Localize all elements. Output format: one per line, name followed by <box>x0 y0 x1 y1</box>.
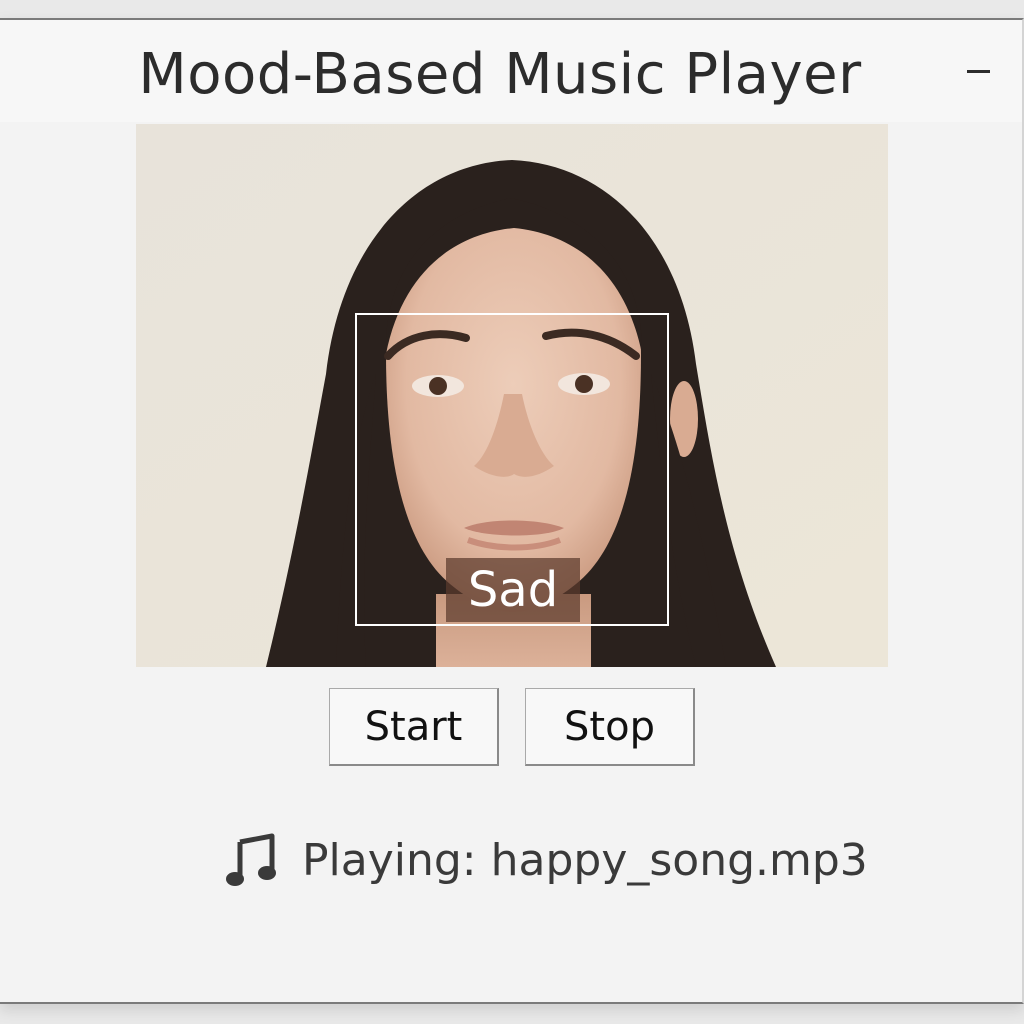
window-title: Mood-Based Music Player <box>138 42 862 107</box>
minimize-button[interactable] <box>956 52 1000 92</box>
minimize-icon <box>967 70 990 73</box>
title-bar: Mood-Based Music Player <box>0 20 1022 122</box>
app-window: Mood-Based Music Player Sad Start Stop P… <box>0 18 1024 1004</box>
start-button[interactable]: Start <box>329 688 499 766</box>
now-playing-text: Playing: happy_song.mp3 <box>302 834 868 886</box>
stop-button[interactable]: Stop <box>525 688 695 766</box>
emotion-label: Sad <box>446 558 580 622</box>
camera-feed: Sad <box>136 124 888 667</box>
music-note-icon <box>226 833 276 886</box>
now-playing: Playing: happy_song.mp3 <box>226 830 868 890</box>
